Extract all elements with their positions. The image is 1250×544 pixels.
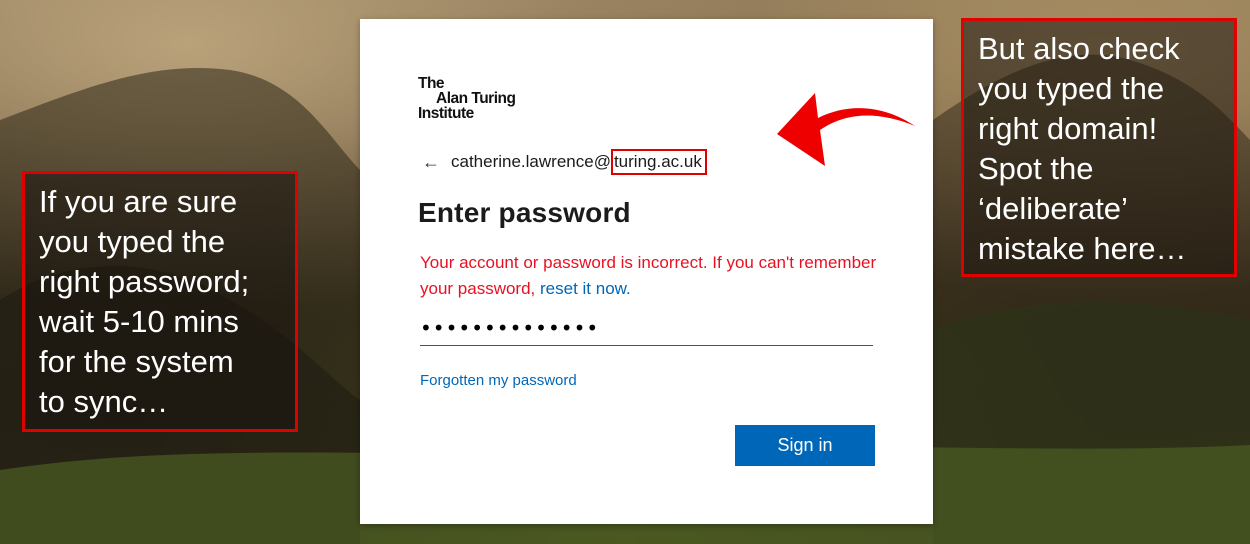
right-annotation-line: mistake here… [978,231,1187,266]
curved-arrow-icon [777,93,915,166]
right-annotation-line: Spot the [978,151,1094,186]
right-annotation-line: ‘deliberate’ [978,191,1128,226]
right-annotation-line: But also check [978,31,1180,66]
password-field[interactable] [420,311,873,346]
left-annotation-line: If you are sure [39,184,238,219]
left-annotation-line: right password; [39,264,250,299]
right-annotation-box: But also check you typed the right domai… [961,18,1237,277]
forgot-password-link[interactable]: Forgotten my password [420,372,577,389]
logo-line-3: Institute [418,105,474,122]
back-arrow-icon[interactable]: ← [422,152,444,173]
error-message: Your account or password is incorrect. I… [420,250,880,302]
left-annotation-line: for the system [39,344,234,379]
right-annotation-line: you typed the [978,71,1165,106]
identity-banner: ← catherine.lawrence@ turing.ac.uk [422,149,707,175]
reset-password-link[interactable]: reset it now. [540,279,631,298]
error-text: Your account or password is incorrect. I… [420,253,877,298]
email-prefix: catherine.lawrence@ [451,152,611,171]
sign-in-button[interactable]: Sign in [735,425,875,466]
logo-line-1: The [418,75,445,92]
page-title: Enter password [418,197,631,228]
left-annotation-line: to sync… [39,384,169,419]
turing-institute-logo: The Alan Turing Institute [418,76,548,126]
email-domain-highlight: turing.ac.uk [610,149,707,175]
left-annotation-line: wait 5-10 mins [39,304,239,339]
left-annotation-line: you typed the [39,224,226,259]
left-annotation-box: If you are sure you typed the right pass… [22,171,298,432]
right-annotation-line: right domain! [978,111,1158,146]
logo-line-2: Alan Turing [436,90,516,107]
